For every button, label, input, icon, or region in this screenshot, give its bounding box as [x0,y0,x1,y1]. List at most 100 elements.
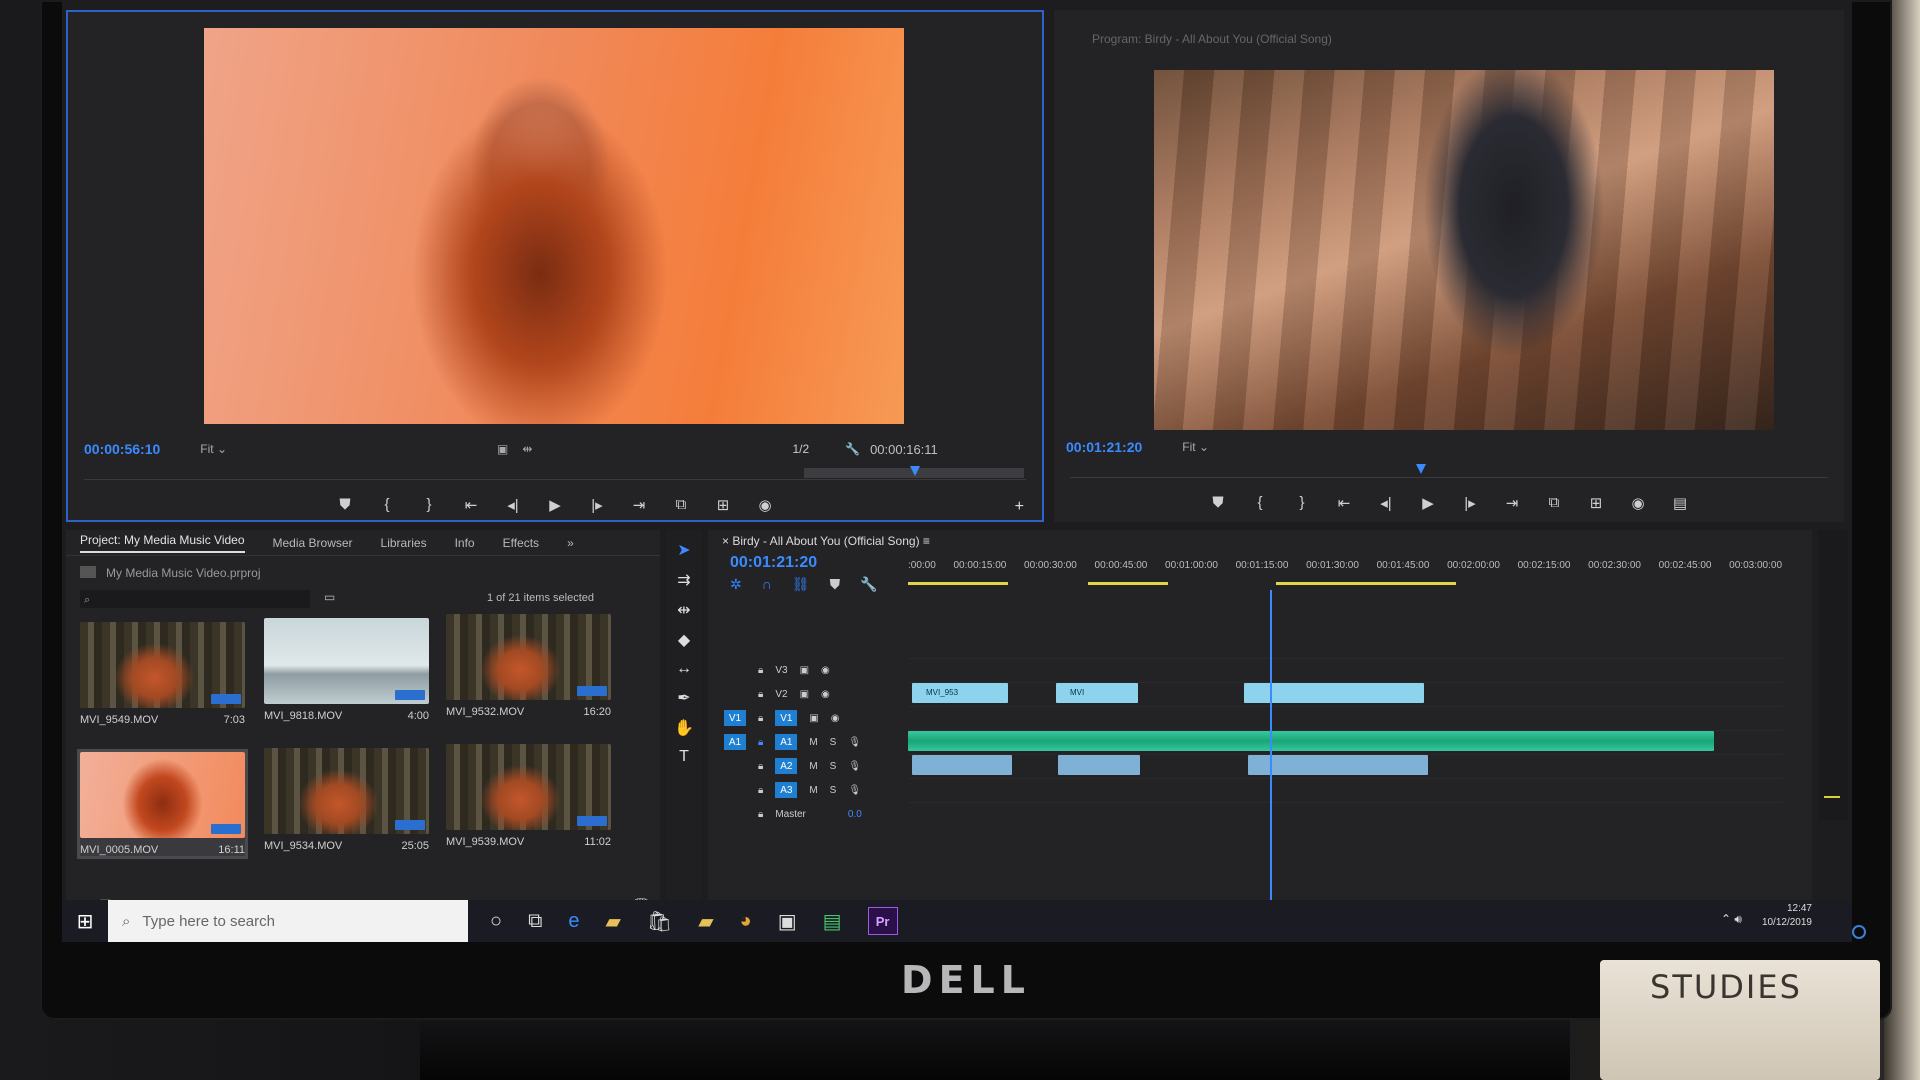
mark-in-icon[interactable]: { [1249,494,1271,512]
program-timecode[interactable]: 00:01:21:20 [1066,439,1142,455]
work-area-bar[interactable] [1088,582,1168,585]
sync-icon[interactable]: ▣ [809,713,818,724]
pen-tool-icon[interactable]: ✒ [677,688,690,708]
export-frame-icon[interactable]: ◉ [754,496,776,514]
razor-tool-icon[interactable]: ◆ [678,630,690,650]
track-target-v1[interactable]: V1 [775,710,798,726]
track-header-v1[interactable]: V1 🔒︎ V1 ▣ ◉ [718,706,904,730]
program-monitor[interactable]: Program: Birdy - All About You (Official… [1054,10,1844,522]
add-marker-icon[interactable]: ⛊ [1207,494,1229,512]
track-select-tool-icon[interactable]: ⇉ [677,570,690,590]
mic-icon[interactable]: 🎙︎ [848,785,861,796]
cortana-icon[interactable]: ○ [490,910,502,933]
clip-thumbnail[interactable]: MVI_9532.MOV 16:20 [446,614,611,718]
comparison-view-icon[interactable]: ▤ [1669,494,1691,512]
mark-in-icon[interactable]: { [376,496,398,514]
mute-icon[interactable]: M [809,785,817,796]
store-icon[interactable]: 🛍︎ [647,909,672,934]
tab-media-browser[interactable]: Media Browser [273,536,353,550]
overwrite-icon[interactable]: ⊞ [712,496,734,514]
mute-icon[interactable]: M [809,761,817,772]
mute-icon[interactable]: M [809,737,817,748]
linked-selection-icon[interactable]: ⛓ [792,576,810,593]
timeline-clip[interactable]: MVI_953 [912,683,1008,703]
play-icon[interactable]: ▶ [1417,494,1439,512]
solo-icon[interactable]: S [830,737,837,748]
selection-tool-icon[interactable]: ➤ [677,540,690,560]
windows-start-icon[interactable]: ⊞ [62,909,108,934]
add-marker-icon[interactable]: ⛊ [830,576,841,593]
track-target-a1[interactable]: A1 [775,734,798,750]
mark-out-icon[interactable]: } [418,496,440,514]
track-header-master[interactable]: 🔒︎ Master 0.0 [718,802,904,826]
clock[interactable]: 12:47 10/12/2019 [1762,902,1812,930]
timeline-clip[interactable] [912,755,1012,775]
clip-thumbnail-selected[interactable]: MVI_0005.MOV 16:11 [77,749,248,859]
solo-icon[interactable]: S [830,785,837,796]
project-search-input[interactable]: ⌕ [80,590,310,608]
lock-icon[interactable]: 🔒︎ [758,713,763,724]
step-back-icon[interactable]: ◂| [502,496,524,514]
task-view-icon[interactable]: ⧉ [528,910,542,933]
lift-icon[interactable]: ⧉ [1543,494,1565,512]
photos-icon[interactable]: ▣ [778,909,797,934]
clip-thumbnail[interactable]: MVI_9534.MOV 25:05 [264,748,429,852]
timeline-playhead[interactable] [1270,590,1272,900]
lock-icon[interactable]: 🔒︎ [758,761,763,772]
track-header-a1[interactable]: A1 🔒︎ A1 M S 🎙︎ [718,730,904,754]
type-tool-icon[interactable]: T [679,748,689,766]
program-scrubber[interactable] [1070,464,1828,478]
wrench-icon[interactable]: 🔧 [860,576,877,593]
sync-icon[interactable]: ▣ [800,689,809,700]
nest-icon[interactable]: ✲ [730,576,742,593]
timeline-clip[interactable] [1248,755,1428,775]
lock-icon[interactable]: 🔒︎ [758,737,763,748]
ripple-edit-tool-icon[interactable]: ⇹ [677,600,690,620]
mic-icon[interactable]: 🎙︎ [848,761,861,772]
add-marker-icon[interactable]: ⛊ [334,496,356,514]
hand-tool-icon[interactable]: ✋ [674,718,694,738]
clip-thumbnail[interactable]: MVI_9818.MOV 4:00 [264,618,429,722]
track-header-a3[interactable]: 🔒︎ A3 M S 🎙︎ [718,778,904,802]
go-to-out-icon[interactable]: ⇥ [628,496,650,514]
step-forward-icon[interactable]: |▸ [586,496,608,514]
drag-video-icon[interactable]: ⇹ [522,442,532,456]
notepad-icon[interactable]: ▤ [823,909,842,934]
lock-icon[interactable]: 🔒︎ [758,665,763,676]
settings-icon[interactable]: ▣ [497,442,508,456]
source-video-frame[interactable] [204,28,904,424]
go-to-out-icon[interactable]: ⇥ [1501,494,1523,512]
slip-tool-icon[interactable]: ↔ [676,660,692,678]
new-bin-icon[interactable]: ▭ [324,590,335,604]
mark-out-icon[interactable]: } [1291,494,1313,512]
timeline-clip[interactable]: MVI [1056,683,1138,703]
track-target-a3[interactable]: A3 [775,782,798,798]
lock-icon[interactable]: 🔒︎ [758,689,763,700]
program-video-frame[interactable] [1154,70,1774,430]
tab-project[interactable]: Project: My Media Music Video [80,533,245,553]
step-back-icon[interactable]: ◂| [1375,494,1397,512]
timeline-tab[interactable]: × Birdy - All About You (Official Song) … [722,534,930,548]
timeline-clip[interactable] [1058,755,1140,775]
lock-icon[interactable]: 🔒︎ [758,809,763,820]
source-fit-dropdown[interactable]: Fit ⌄ [200,442,227,456]
source-patch-v1[interactable]: V1 [724,710,746,726]
eye-icon[interactable]: ◉ [821,665,830,676]
play-icon[interactable]: ▶ [544,496,566,514]
folder-icon[interactable]: ▰ [698,909,713,934]
sync-icon[interactable]: ▣ [800,665,809,676]
power-button[interactable] [1852,925,1866,939]
go-to-in-icon[interactable]: ⇤ [1333,494,1355,512]
time-ruler[interactable]: :00:00 00:00:15:00 00:00:30:00 00:00:45:… [908,560,1782,571]
mic-icon[interactable]: 🎙︎ [848,737,861,748]
work-area-bar[interactable] [908,582,1008,585]
master-level[interactable]: 0.0 [848,809,862,820]
extract-icon[interactable]: ⊞ [1585,494,1607,512]
go-to-in-icon[interactable]: ⇤ [460,496,482,514]
tab-info[interactable]: Info [455,536,475,550]
edge-browser-icon[interactable]: e [568,910,579,933]
source-resolution-dropdown[interactable]: 1/2 [792,442,809,456]
track-header-v3[interactable]: 🔒︎ V3 ▣ ◉ [718,658,904,682]
snap-icon[interactable]: ∩ [762,576,772,593]
wrench-icon[interactable]: 🔧 [845,442,860,456]
